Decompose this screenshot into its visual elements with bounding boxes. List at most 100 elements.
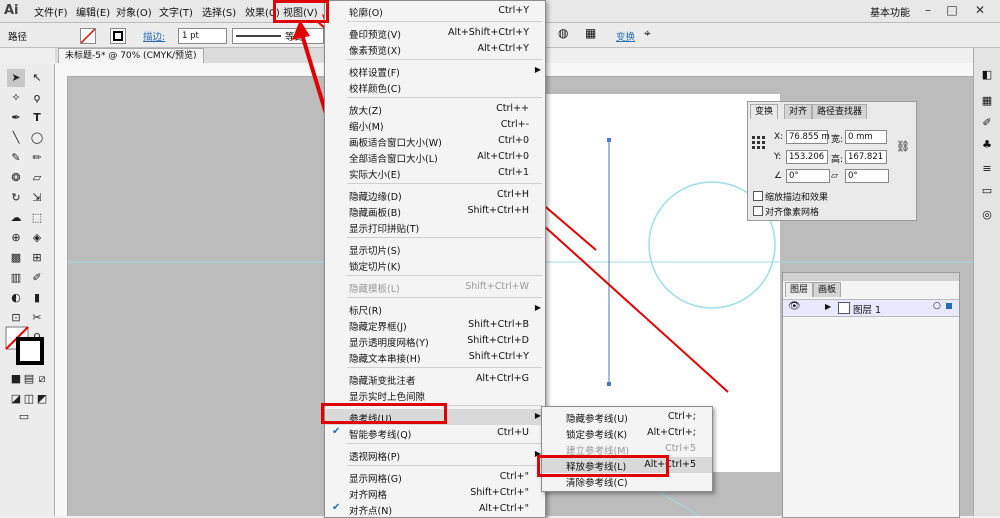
menu-item-hide-artboards[interactable]: 隐藏画板(B) Shift+Ctrl+H xyxy=(325,203,545,219)
view-menu: 轮廓(O) Ctrl+Y 叠印预览(V) Alt+Shift+Ctrl+Y 像素预览… xyxy=(324,0,546,518)
eraser-tool-icon[interactable]: ▱ xyxy=(28,169,46,187)
menu-item-fit-artboard[interactable]: 画板适合窗口大小(W) Ctrl+0 xyxy=(325,133,545,149)
panel-header xyxy=(783,273,959,281)
line-tool-icon[interactable]: ╲ xyxy=(7,129,25,147)
tab-pathfinder[interactable]: 路径查找器 xyxy=(812,104,868,119)
gradient-tool-icon[interactable]: ▥ xyxy=(7,269,25,287)
ellipse-tool-icon[interactable]: ◯ xyxy=(28,129,46,147)
type-tool-icon[interactable]: T xyxy=(28,109,46,127)
menu-item-rulers[interactable]: 标尺(R) ▶ xyxy=(325,301,545,317)
selection-tool-icon[interactable]: ➤ xyxy=(7,69,25,87)
warp-tool-icon[interactable]: ☁ xyxy=(7,209,25,227)
blend-tool-icon[interactable]: ◐ xyxy=(7,289,25,307)
menu-item-hide-bounding-box[interactable]: 隐藏定界框(J) Shift+Ctrl+B xyxy=(325,317,545,333)
expand-arrow-icon[interactable]: ▶ xyxy=(825,302,831,311)
brushes-panel-icon[interactable]: ✐ xyxy=(978,114,996,132)
graph-tool-icon[interactable]: ▮ xyxy=(28,289,46,307)
menu-item-show-live-paint-gaps[interactable]: 显示实时上色间隙 xyxy=(325,387,545,403)
draw-inside-icon[interactable]: ◩ xyxy=(33,390,51,408)
constrain-proportions-icon[interactable]: ⛓ xyxy=(896,140,910,153)
red-arrowhead-1 xyxy=(292,20,310,40)
rotate-tool-icon[interactable]: ↻ xyxy=(7,189,25,207)
shear-icon: ▱ xyxy=(831,171,838,181)
stroke-panel-icon[interactable]: ≡ xyxy=(978,160,996,178)
tab-artboards[interactable]: 画板 xyxy=(813,282,842,297)
target-icon[interactable]: ○ xyxy=(933,301,941,311)
menu-item-actual-size[interactable]: 实际大小(E) Ctrl+1 xyxy=(325,165,545,181)
tab-layers[interactable]: 图层 xyxy=(785,282,814,297)
lasso-tool-icon[interactable]: ϙ xyxy=(28,89,46,107)
highlight-guides-item xyxy=(321,403,447,424)
reference-point-icon[interactable] xyxy=(752,136,766,150)
menu-item-show-print-tiling[interactable]: 显示打印拼贴(T) xyxy=(325,219,545,235)
menu-item-pixel-preview[interactable]: 像素预览(X) Alt+Ctrl+Y xyxy=(325,41,545,57)
color-panel-icon[interactable]: ◧ xyxy=(978,66,996,84)
highlight-release-guides xyxy=(537,455,669,477)
shear-input[interactable]: 0° xyxy=(845,169,889,183)
menu-item-perspective-grid[interactable]: 透视网格(P) ▶ xyxy=(325,447,545,463)
menu-item-hide-guides[interactable]: 隐藏参考线(U) Ctrl+; xyxy=(542,409,712,425)
rotate-input[interactable]: 0° xyxy=(786,169,830,183)
menu-item-hide-edges[interactable]: 隐藏边缘(D) Ctrl+H xyxy=(325,187,545,203)
visibility-eye-icon[interactable]: 👁 xyxy=(788,301,801,312)
tab-align[interactable]: 对齐 xyxy=(784,104,813,119)
artboard-tool-icon[interactable]: ⊡ xyxy=(7,309,25,327)
tab-transform[interactable]: 变换 xyxy=(750,104,779,119)
swatches-panel-icon[interactable]: ▦ xyxy=(978,92,996,110)
pencil-tool-icon[interactable]: ✏ xyxy=(28,149,46,167)
paintbrush-tool-icon[interactable]: ✎ xyxy=(7,149,25,167)
menu-item-proof-setup[interactable]: 校样设置(F) ▶ xyxy=(325,63,545,79)
scale-strokes-checkbox[interactable] xyxy=(753,191,763,201)
align-pixel-checkbox[interactable] xyxy=(753,206,763,216)
menu-item-snap-to-grid[interactable]: 对齐网格 Shift+Ctrl+" xyxy=(325,485,545,501)
height-label: 高: xyxy=(831,155,844,165)
appearance-panel-icon[interactable]: ◎ xyxy=(978,206,996,224)
menu-item-show-slices[interactable]: 显示切片(S) xyxy=(325,241,545,257)
shape-builder-tool-icon[interactable]: ⊕ xyxy=(7,229,25,247)
free-transform-tool-icon[interactable]: ⬚ xyxy=(28,209,46,227)
y-input[interactable]: 153.206 xyxy=(786,150,828,164)
align-pixel-label: 对齐像素网格 xyxy=(765,208,820,218)
perspective-grid-tool-icon[interactable]: ▩ xyxy=(7,249,25,267)
menu-item-outline[interactable]: 轮廓(O) Ctrl+Y xyxy=(325,3,545,19)
menu-item-fit-all[interactable]: 全部适合窗口大小(L) Alt+Ctrl+0 xyxy=(325,149,545,165)
layer-row[interactable]: 👁 ▶ 图层 1 ○ xyxy=(783,299,959,317)
symbols-panel-icon[interactable]: ♣ xyxy=(978,136,996,154)
width-input[interactable]: 0 mm xyxy=(845,130,887,144)
menu-item-snap-to-point[interactable]: ✔ 对齐点(N) Alt+Ctrl+" xyxy=(325,501,545,517)
menu-item-lock-slices[interactable]: 锁定切片(K) xyxy=(325,257,545,273)
gradient-panel-icon[interactable]: ▭ xyxy=(978,182,996,200)
menu-item-hide-gradient-annotator[interactable]: 隐藏渐变批注者 Alt+Ctrl+G xyxy=(325,371,545,387)
checkmark-icon: ✔ xyxy=(332,502,341,513)
blob-brush-tool-icon[interactable]: ❂ xyxy=(7,169,25,187)
pen-tool-icon[interactable]: ✒ xyxy=(7,109,25,127)
menu-item-hide-text-threads[interactable]: 隐藏文本串接(H) Shift+Ctrl+Y xyxy=(325,349,545,365)
none-mode-icon[interactable]: ⧄ xyxy=(33,370,51,388)
fill-stroke-swatches[interactable] xyxy=(5,326,49,366)
menu-item-lock-guides[interactable]: 锁定参考线(K) Alt+Ctrl+; xyxy=(542,425,712,441)
menu-item-show-transparency-grid[interactable]: 显示透明度网格(Y) Shift+Ctrl+D xyxy=(325,333,545,349)
scale-tool-icon[interactable]: ⇲ xyxy=(28,189,46,207)
x-input[interactable]: 76.855 m xyxy=(786,130,830,144)
highlight-view-menu xyxy=(273,0,329,23)
menu-item-overprint-preview[interactable]: 叠印预览(V) Alt+Shift+Ctrl+Y xyxy=(325,25,545,41)
height-input[interactable]: 167.821 xyxy=(845,150,887,164)
submenu-arrow-icon: ▶ xyxy=(534,303,541,312)
layer-name[interactable]: 图层 1 xyxy=(853,302,881,316)
slice-tool-icon[interactable]: ✂ xyxy=(28,309,46,327)
width-label: 宽: xyxy=(831,135,844,145)
menu-item-zoom-out[interactable]: 缩小(M) Ctrl+- xyxy=(325,117,545,133)
magic-wand-tool-icon[interactable]: ✧ xyxy=(7,89,25,107)
mesh-tool-icon[interactable]: ⊞ xyxy=(28,249,46,267)
menu-item-show-grid[interactable]: 显示网格(G) Ctrl+" xyxy=(325,469,545,485)
eyedropper-tool-icon[interactable]: ✐ xyxy=(28,269,46,287)
anchor-point-bottom xyxy=(607,382,611,386)
menu-item-proof-colors[interactable]: 校样颜色(C) xyxy=(325,79,545,95)
menu-item-zoom-in[interactable]: 放大(Z) Ctrl++ xyxy=(325,101,545,117)
layers-panel: 图层 画板 👁 ▶ 图层 1 ○ xyxy=(782,272,960,518)
screen-mode-icon[interactable]: ▭ xyxy=(15,408,33,426)
live-paint-tool-icon[interactable]: ◈ xyxy=(28,229,46,247)
right-dock: ◧ ▦ ✐ ♣ ≡ ▭ ◎ xyxy=(973,48,1000,516)
direct-selection-tool-icon[interactable]: ↖ xyxy=(28,69,46,87)
menu-item-smart-guides[interactable]: ✔ 智能参考线(Q) Ctrl+U xyxy=(325,425,545,441)
